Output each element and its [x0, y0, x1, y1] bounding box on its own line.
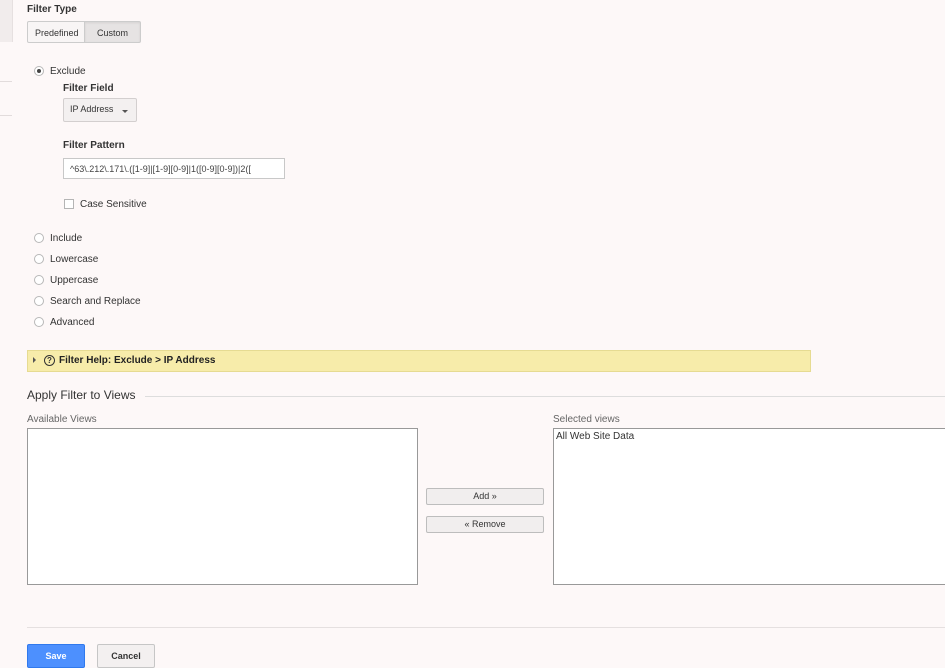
left-nav-edge — [0, 0, 13, 42]
advanced-label: Advanced — [50, 317, 95, 328]
filter-type-toggle: Predefined Custom — [27, 21, 141, 43]
tab-custom[interactable]: Custom — [85, 21, 141, 43]
cancel-button[interactable]: Cancel — [97, 644, 155, 668]
case-sensitive-label: Case Sensitive — [80, 199, 147, 210]
uppercase-radio[interactable] — [34, 275, 44, 285]
question-circle-icon: ? — [44, 355, 55, 366]
chevron-down-icon — [122, 110, 128, 113]
exclude-label: Exclude — [50, 66, 86, 77]
filter-help-bar[interactable]: ? Filter Help: Exclude > IP Address — [27, 350, 811, 372]
selected-views-list[interactable]: All Web Site Data — [553, 428, 945, 585]
filter-type-heading: Filter Type — [27, 4, 77, 15]
filter-pattern-label: Filter Pattern — [63, 140, 125, 151]
list-item[interactable]: All Web Site Data — [556, 431, 634, 442]
tab-predefined[interactable]: Predefined — [27, 21, 85, 43]
filter-help-text: Filter Help: Exclude > IP Address — [59, 355, 216, 366]
include-radio[interactable] — [34, 233, 44, 243]
expand-triangle-icon — [33, 357, 36, 363]
filter-pattern-input[interactable] — [63, 158, 285, 179]
left-divider — [0, 81, 12, 82]
case-sensitive-checkbox[interactable] — [64, 199, 74, 209]
left-divider — [0, 115, 12, 116]
available-views-list[interactable] — [27, 428, 418, 585]
apply-filter-title: Apply Filter to Views — [27, 388, 136, 402]
filter-field-value: IP Address — [70, 104, 114, 114]
filter-field-select[interactable]: IP Address — [63, 98, 137, 122]
apply-filter-divider — [145, 396, 945, 397]
available-views-label: Available Views — [27, 414, 97, 425]
advanced-radio[interactable] — [34, 317, 44, 327]
filter-field-label: Filter Field — [63, 83, 114, 94]
remove-view-button[interactable]: « Remove — [426, 516, 544, 533]
exclude-radio[interactable] — [34, 66, 44, 76]
lowercase-label: Lowercase — [50, 254, 99, 265]
lowercase-radio[interactable] — [34, 254, 44, 264]
search-replace-radio[interactable] — [34, 296, 44, 306]
uppercase-label: Uppercase — [50, 275, 99, 286]
actions-divider — [27, 627, 945, 628]
save-button[interactable]: Save — [27, 644, 85, 668]
selected-views-label: Selected views — [553, 414, 620, 425]
add-view-button[interactable]: Add » — [426, 488, 544, 505]
include-label: Include — [50, 233, 83, 244]
search-replace-label: Search and Replace — [50, 296, 141, 307]
